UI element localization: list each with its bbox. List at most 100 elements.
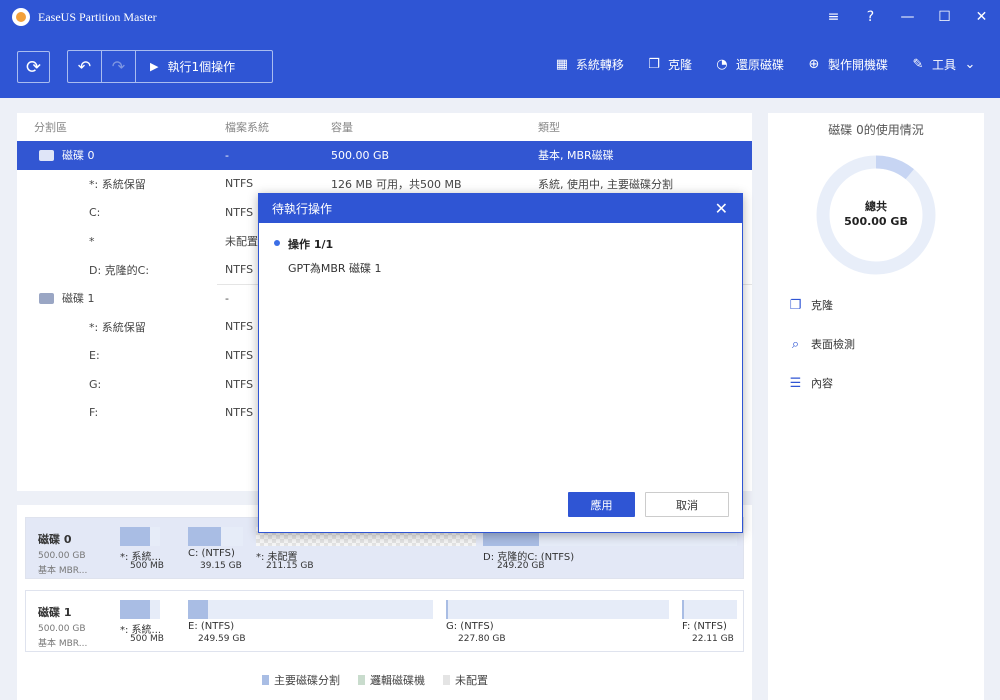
- partition-block[interactable]: E: (NTFS) 249.59 GB: [188, 600, 433, 648]
- legend-primary: 主要磁碟分割: [262, 672, 340, 688]
- capacity-cell: 126 MB 可用，共500 MB: [331, 177, 462, 191]
- restore-disk-icon: ◔: [716, 57, 728, 72]
- disk-type: 基本 MBR...: [38, 639, 88, 649]
- partition-block[interactable]: *: 未配置 211.15 GB: [256, 527, 476, 575]
- partition-size: 227.80 GB: [458, 634, 506, 644]
- play-icon: ▶: [150, 60, 159, 73]
- bullet-icon: [274, 240, 280, 246]
- redo-button[interactable]: ↷: [102, 51, 136, 82]
- undo-button[interactable]: ↶: [68, 51, 102, 82]
- cancel-button[interactable]: 取消: [645, 492, 729, 517]
- partition-name-cell: 磁碟 0: [62, 149, 95, 163]
- help-icon[interactable]: ?: [852, 0, 889, 34]
- disk-type: 基本 MBR...: [38, 566, 88, 576]
- partition-name-cell: E:: [89, 348, 100, 362]
- legend-unallocated: 未配置: [443, 672, 488, 688]
- panel-clone-label: 克隆: [811, 299, 833, 312]
- partition-bar: [188, 600, 433, 619]
- legend-logical-label: 邏輯磁碟機: [370, 674, 425, 687]
- migrate-os-button[interactable]: ▦ 系統轉移: [554, 56, 624, 73]
- filesystem-cell: NTFS: [225, 177, 254, 191]
- migrate-os-icon: ▦: [555, 57, 569, 72]
- partition-block[interactable]: F: (NTFS) 22.11 GB: [682, 600, 737, 648]
- refresh-icon: ⟳: [25, 56, 42, 78]
- maximize-button[interactable]: ☐: [926, 0, 963, 34]
- restore-disk-label: 還原磁碟: [735, 58, 784, 72]
- column-filesystem[interactable]: 檔案系統: [225, 119, 269, 135]
- legend-unallocated-label: 未配置: [455, 674, 488, 687]
- properties-button[interactable]: ☰ 內容: [788, 375, 833, 391]
- partition-name-cell: 磁碟 1: [62, 292, 95, 306]
- partition-block[interactable]: G: (NTFS) 227.80 GB: [446, 600, 669, 648]
- total-value: 500.00 GB: [844, 215, 908, 228]
- column-capacity[interactable]: 容量: [331, 119, 353, 135]
- surface-test-button[interactable]: ⌕ 表面檢測: [788, 336, 855, 352]
- disk-size: 500.00 GB: [38, 624, 86, 634]
- filesystem-cell: -: [225, 148, 229, 162]
- surface-test-label: 表面檢測: [811, 338, 855, 351]
- restore-disk-button[interactable]: ◔ 還原磁碟: [714, 56, 784, 73]
- partition-block[interactable]: D: 克隆的C: (NTFS) 249.20 GB: [483, 527, 737, 575]
- legend-primary-label: 主要磁碟分割: [274, 674, 340, 687]
- operation-description: GPT為MBR 磁碟 1: [288, 262, 382, 275]
- partition-block[interactable]: *: 系統... 500 MB: [120, 600, 164, 648]
- minimize-button[interactable]: —: [889, 0, 926, 34]
- disk-size: 500.00 GB: [38, 551, 86, 561]
- partition-name-cell: *: 系統保留: [89, 177, 146, 191]
- partition-size: 500 MB: [130, 561, 164, 571]
- app-title: EaseUS Partition Master: [38, 9, 157, 24]
- partition-size: 500 MB: [130, 634, 164, 644]
- partition-label: C: (NTFS): [188, 548, 235, 559]
- panel-clone-button[interactable]: ❐ 克隆: [788, 297, 833, 313]
- partition-size: 39.15 GB: [200, 561, 242, 571]
- operation-group: ↶ ↷ ▶ 執行1個操作: [67, 50, 273, 83]
- pending-operations-dialog: 待執行操作 ✕ 操作 1/1 GPT為MBR 磁碟 1 應用 取消: [258, 193, 743, 533]
- disk-map: 磁碟 0 500.00 GB 基本 MBR... *: 系統... 500 MB…: [17, 505, 752, 700]
- apply-button[interactable]: 應用: [568, 492, 635, 517]
- partition-label: E: (NTFS): [188, 621, 235, 632]
- properties-label: 內容: [811, 377, 833, 390]
- close-icon[interactable]: ✕: [715, 199, 728, 218]
- legend-unallocated-swatch: [443, 675, 450, 685]
- filesystem-cell: NTFS: [225, 263, 254, 277]
- partition-name-cell: *: 系統保留: [89, 320, 146, 334]
- partition-bar: [188, 527, 243, 546]
- filesystem-cell: NTFS: [225, 377, 254, 391]
- tools-label: 工具: [931, 58, 956, 72]
- disk-map-row-1[interactable]: 磁碟 1 500.00 GB 基本 MBR... *: 系統... 500 MB…: [25, 590, 744, 652]
- tools-button[interactable]: ✎ 工具 ⌄: [910, 56, 978, 73]
- partition-block[interactable]: C: (NTFS) 39.15 GB: [188, 527, 243, 575]
- surface-test-icon: ⌕: [791, 336, 800, 352]
- execute-operations-button[interactable]: ▶ 執行1個操作: [136, 51, 272, 82]
- partition-block[interactable]: *: 系統... 500 MB: [120, 527, 164, 575]
- bootable-media-button[interactable]: ⊕ 製作開機碟: [806, 56, 888, 73]
- partition-bar: [120, 527, 160, 546]
- disk-row[interactable]: 磁碟 0 - 500.00 GB 基本, MBR磁碟: [17, 141, 752, 170]
- partition-name-cell: *: [89, 234, 95, 248]
- column-type[interactable]: 類型: [538, 119, 560, 135]
- dialog-header: 待執行操作 ✕: [259, 194, 742, 223]
- filesystem-cell: NTFS: [225, 348, 254, 362]
- partition-name-cell: G:: [89, 377, 102, 391]
- chevron-down-icon: ⌄: [964, 57, 976, 72]
- usage-title: 磁碟 0的使用情況: [828, 123, 924, 137]
- filesystem-cell: NTFS: [225, 406, 254, 420]
- legend-logical-swatch: [358, 675, 365, 685]
- disk-name: 磁碟 1: [38, 606, 72, 619]
- clone-icon: ❐: [789, 297, 802, 313]
- close-window-button[interactable]: ✕: [963, 0, 1000, 34]
- operation-title: 操作 1/1: [288, 238, 334, 251]
- usage-total: 總共 500.00 GB: [814, 199, 938, 229]
- partition-size: 249.59 GB: [198, 634, 246, 644]
- column-partition[interactable]: 分割區: [34, 119, 67, 135]
- redo-icon: ↷: [111, 57, 126, 76]
- partition-usage-fill: [188, 527, 221, 546]
- type-cell: 基本, MBR磁碟: [538, 149, 614, 163]
- clone-button[interactable]: ❐ 克隆: [646, 56, 692, 73]
- menu-icon[interactable]: ≡: [815, 0, 852, 34]
- legend-logical: 邏輯磁碟機: [358, 672, 425, 688]
- partition-label: G: (NTFS): [446, 621, 494, 632]
- refresh-button[interactable]: ⟳: [17, 51, 50, 83]
- legend: 主要磁碟分割 邏輯磁碟機 未配置: [262, 672, 488, 688]
- filesystem-cell: NTFS: [225, 320, 254, 334]
